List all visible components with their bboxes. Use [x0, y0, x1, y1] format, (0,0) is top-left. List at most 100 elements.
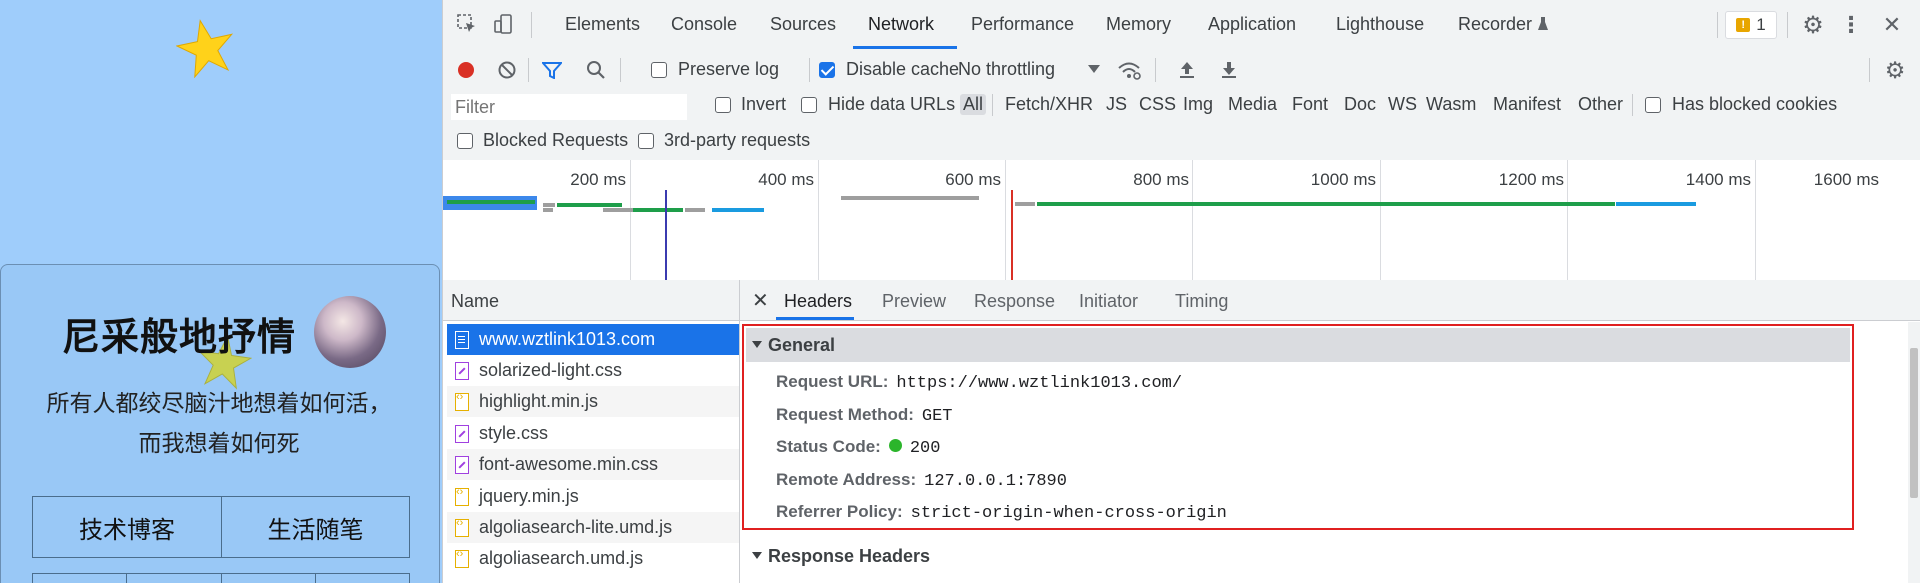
filter-type-css[interactable]: CSS	[1136, 94, 1179, 115]
device-toolbar-icon[interactable]	[491, 12, 515, 36]
preserve-log-checkbox[interactable]	[651, 62, 667, 78]
request-row[interactable]: font-awesome.min.css	[447, 449, 739, 480]
waterfall-bar	[633, 208, 683, 212]
throttling-select[interactable]: No throttling	[958, 59, 1055, 80]
nav-button[interactable]	[221, 573, 316, 583]
tab-timing[interactable]: Timing	[1175, 291, 1228, 312]
request-name: solarized-light.css	[479, 360, 623, 380]
issues-count: 1	[1756, 15, 1766, 34]
filter-type-ws[interactable]: WS	[1385, 94, 1420, 115]
waterfall-bar	[447, 200, 535, 204]
filter-type-img[interactable]: Img	[1180, 94, 1216, 115]
network-conditions-icon[interactable]	[1117, 60, 1141, 80]
invert-checkbox[interactable]	[715, 97, 731, 113]
request-name: highlight.min.js	[479, 391, 599, 411]
export-har-icon[interactable]	[1220, 60, 1238, 80]
hide-data-urls-checkbox[interactable]	[801, 97, 817, 113]
request-row[interactable]: jquery.min.js	[447, 481, 739, 512]
issues-button[interactable]: ! 1	[1725, 11, 1777, 39]
record-icon[interactable]	[457, 61, 475, 79]
filter-type-wasm[interactable]: Wasm	[1423, 94, 1479, 115]
stylesheet-file-icon	[455, 424, 469, 443]
star-decoration-icon	[176, 19, 234, 78]
active-tab-indicator	[853, 46, 957, 49]
request-name: jquery.min.js	[479, 486, 579, 506]
tab-console[interactable]: Console	[671, 14, 737, 35]
filter-input[interactable]	[451, 94, 687, 120]
tab-sources[interactable]: Sources	[770, 14, 836, 35]
close-details-icon[interactable]: ✕	[752, 288, 769, 313]
devtools-main-toolbar: Elements Console Sources Network Perform…	[443, 0, 1920, 51]
detail-tabs-bar: ✕ Headers Preview Response Initiator Tim…	[740, 280, 1920, 321]
filter-funnel-icon[interactable]	[542, 61, 562, 79]
clear-icon[interactable]	[498, 61, 516, 79]
nav-button[interactable]	[32, 573, 127, 583]
filter-type-doc[interactable]: Doc	[1341, 94, 1379, 115]
script-file-icon	[455, 548, 469, 568]
disable-cache-checkbox[interactable]	[819, 62, 835, 78]
filter-type-media[interactable]: Media	[1225, 94, 1280, 115]
request-name: www.wztlink1013.com	[479, 329, 656, 349]
close-devtools-icon[interactable]: ✕	[1879, 12, 1905, 38]
triangle-down-icon	[752, 551, 762, 559]
tab-preview[interactable]: Preview	[882, 291, 946, 312]
inspect-element-icon[interactable]	[455, 12, 479, 36]
third-party-checkbox[interactable]	[638, 133, 654, 149]
settings-gear-icon[interactable]: ⚙	[1800, 12, 1826, 39]
highlight-annotation-box	[742, 324, 1854, 530]
waterfall-bar	[1015, 202, 1035, 206]
search-icon[interactable]	[586, 60, 606, 80]
waterfall-bar	[557, 203, 622, 207]
request-row[interactable]: algoliasearch.umd.js	[447, 543, 739, 574]
filter-type-fetch-xhr[interactable]: Fetch/XHR	[1002, 94, 1096, 115]
waterfall-bar	[1616, 202, 1696, 206]
hide-data-urls-label: Hide data URLs	[828, 94, 956, 114]
filter-type-manifest[interactable]: Manifest	[1490, 94, 1564, 115]
has-blocked-cookies-checkbox[interactable]	[1645, 97, 1661, 113]
tab-network[interactable]: Network	[868, 14, 934, 35]
request-row[interactable]: style.css	[447, 418, 739, 449]
tick-label: 1200 ms	[1498, 170, 1564, 189]
request-row[interactable]: highlight.min.js	[447, 386, 739, 417]
waterfall-bar	[603, 208, 633, 212]
avatar[interactable]	[314, 296, 386, 368]
more-options-icon[interactable]: ⋮	[1840, 12, 1862, 38]
filter-type-js[interactable]: JS	[1103, 94, 1130, 115]
request-name: algoliasearch.umd.js	[479, 548, 644, 568]
nav-button[interactable]	[315, 573, 410, 583]
tab-headers[interactable]: Headers	[784, 291, 852, 312]
active-tab-indicator	[776, 317, 854, 320]
tab-initiator[interactable]: Initiator	[1079, 291, 1138, 312]
filter-type-all[interactable]: All	[960, 94, 987, 115]
tab-performance[interactable]: Performance	[971, 14, 1074, 35]
tab-application[interactable]: Application	[1208, 14, 1296, 35]
name-column-label: Name	[451, 291, 500, 311]
chevron-down-icon[interactable]	[1087, 62, 1101, 76]
tab-elements[interactable]: Elements	[565, 14, 640, 35]
tab-recorder[interactable]: Recorder	[1458, 14, 1532, 35]
tab-lighthouse[interactable]: Lighthouse	[1336, 14, 1424, 35]
tab-response[interactable]: Response	[974, 291, 1055, 312]
network-settings-gear-icon[interactable]: ⚙	[1883, 57, 1907, 83]
request-list: Name www.wztlink1013.com solarized-light…	[443, 280, 740, 583]
filter-type-font[interactable]: Font	[1289, 94, 1331, 115]
request-row[interactable]: www.wztlink1013.com	[447, 324, 739, 355]
script-file-icon	[455, 391, 469, 411]
motto-line: 所有人都绞尽脑汁地想着如何活，	[46, 390, 392, 416]
tick-label: 400 ms	[758, 170, 814, 189]
blocked-requests-label: Blocked Requests	[483, 130, 629, 150]
name-column-header[interactable]: Name	[443, 280, 739, 321]
nav-tech-blog-button[interactable]: 技术博客	[32, 496, 222, 558]
nav-button[interactable]	[126, 573, 222, 583]
filter-type-other[interactable]: Other	[1575, 94, 1626, 115]
tab-memory[interactable]: Memory	[1106, 14, 1171, 35]
import-har-icon[interactable]	[1178, 60, 1196, 80]
scrollbar-thumb[interactable]	[1910, 348, 1918, 498]
nav-life-essays-button[interactable]: 生活随笔	[221, 496, 410, 558]
script-file-icon	[455, 517, 469, 537]
blocked-requests-checkbox[interactable]	[457, 133, 473, 149]
response-headers-section-title[interactable]: Response Headers	[752, 546, 930, 567]
request-row[interactable]: solarized-light.css	[447, 355, 739, 386]
network-overview-timeline[interactable]: 200 ms 400 ms 600 ms 800 ms 1000 ms 1200…	[443, 160, 1920, 281]
request-row[interactable]: algoliasearch-lite.umd.js	[447, 512, 739, 543]
